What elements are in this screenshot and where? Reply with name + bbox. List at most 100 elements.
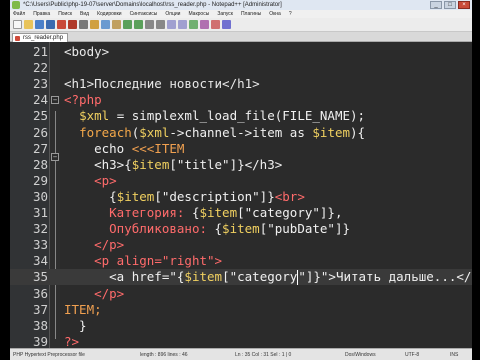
- code-token: $item: [222, 221, 260, 237]
- code-line[interactable]: 32 Опубликовано: {$item["pubDate"]}: [10, 221, 472, 237]
- code-editor[interactable]: − − 21 <body> 22 23 <h1>Последние новости</h…: [10, 42, 472, 349]
- menu-help[interactable]: ?: [289, 11, 292, 17]
- code-text: }: [64, 318, 87, 334]
- sync-scroll-icon[interactable]: [189, 20, 198, 29]
- code-token: }: [64, 317, 87, 333]
- menu-encoding[interactable]: Кодировки: [97, 11, 122, 17]
- zoom-in-icon[interactable]: [167, 20, 176, 29]
- new-file-icon[interactable]: [13, 20, 22, 29]
- code-line[interactable]: 36 </p>: [10, 286, 472, 302]
- undo-icon[interactable]: [123, 20, 132, 29]
- line-number: 21: [32, 44, 48, 59]
- code-line[interactable]: 31 Категория: {$item["category"]},: [10, 205, 472, 221]
- menu-run[interactable]: Запуск: [217, 11, 233, 17]
- copy-icon[interactable]: [101, 20, 110, 29]
- code-line[interactable]: 21 <body>: [10, 44, 472, 60]
- open-file-icon[interactable]: [24, 20, 33, 29]
- line-number: 22: [32, 60, 48, 76]
- save-icon[interactable]: [35, 20, 44, 29]
- toolbar: [10, 18, 472, 32]
- code-token: </p>: [94, 285, 125, 301]
- code-token: echo: [64, 140, 132, 156]
- menu-plugins[interactable]: Плагины: [241, 11, 261, 17]
- screen-frame: *C:\Users\Public\php-19-07\server\Domain…: [0, 0, 480, 360]
- code-line[interactable]: 33 </p>: [10, 237, 472, 253]
- code-token: </p>: [94, 237, 125, 253]
- code-token: Опубликовано:: [109, 221, 215, 237]
- line-number: 31: [32, 205, 48, 220]
- code-line[interactable]: 23 <h1>Последние новости</h1>: [10, 76, 472, 92]
- code-line[interactable]: 38 }: [10, 318, 472, 334]
- code-line[interactable]: 35 <a href="{$item["category"]}">Читать …: [10, 269, 472, 286]
- code-token: <body>: [64, 44, 110, 59]
- paste-icon[interactable]: [112, 20, 121, 29]
- code-line[interactable]: 25 $xml = simplexml_load_file(FILE_NAME)…: [10, 108, 472, 124]
- code-text: {$item["description"]}<br>: [64, 189, 305, 205]
- line-number: 30: [32, 188, 48, 204]
- close-file-icon[interactable]: [57, 20, 66, 29]
- title-bar[interactable]: *C:\Users\Public\php-19-07\server\Domain…: [10, 0, 472, 10]
- find-icon[interactable]: [145, 20, 154, 29]
- record-macro-icon[interactable]: [211, 20, 220, 29]
- tab-label: rss_reader.php: [23, 35, 64, 41]
- code-token: ["category"]},: [237, 205, 343, 220]
- status-position: Ln : 35 Col : 31 Sel : 1 | 0: [235, 352, 292, 358]
- code-token: $item: [199, 205, 238, 220]
- code-line[interactable]: 28 <h3>{$item["title"]}</h3>: [10, 157, 472, 173]
- print-icon[interactable]: [79, 20, 88, 29]
- menu-window[interactable]: Окна: [269, 11, 281, 17]
- menu-bar: Файл Правка Поиск Вид Кодировки Синтакси…: [10, 10, 472, 18]
- line-number: 33: [32, 237, 48, 253]
- menu-search[interactable]: Поиск: [58, 11, 72, 17]
- window-title: *C:\Users\Public\php-19-07\server\Domain…: [23, 2, 282, 8]
- zoom-out-icon[interactable]: [178, 20, 187, 29]
- code-line[interactable]: 24 <?php: [10, 92, 472, 108]
- menu-view[interactable]: Вид: [80, 11, 89, 17]
- code-text: $xml = simplexml_load_file(FILE_NAME);: [64, 108, 365, 124]
- status-encoding: UTF-8: [405, 352, 420, 358]
- minimize-button[interactable]: _: [430, 1, 442, 9]
- code-token: ->channel->item as: [169, 124, 313, 140]
- redo-icon[interactable]: [134, 20, 143, 29]
- code-line[interactable]: 27 echo <<<ITEM: [10, 141, 472, 157]
- menu-language[interactable]: Синтаксисы: [130, 11, 158, 17]
- code-line[interactable]: 26 foreach($xml->channel->item as $item)…: [10, 125, 472, 141]
- code-line[interactable]: 34 <p align="right">: [10, 253, 472, 269]
- code-token: ["pubDate"]}: [259, 221, 350, 237]
- menu-settings[interactable]: Опции: [165, 11, 180, 17]
- code-text: <?php: [64, 92, 102, 108]
- menu-edit[interactable]: Правка: [33, 11, 50, 17]
- code-token: foreach: [79, 124, 132, 140]
- code-line[interactable]: 29 <p>: [10, 173, 472, 189]
- maximize-button[interactable]: □: [444, 1, 456, 9]
- line-number: 24: [32, 92, 48, 108]
- code-token: <?php: [64, 92, 102, 108]
- unsaved-file-icon: [15, 36, 20, 41]
- code-line[interactable]: 37 ITEM;: [10, 302, 472, 318]
- tab-bar: rss_reader.php: [10, 32, 472, 42]
- notepad-plus-plus-window: *C:\Users\Public\php-19-07\server\Domain…: [10, 0, 472, 360]
- menu-macro[interactable]: Макросы: [188, 11, 209, 17]
- code-token: $item: [116, 188, 155, 204]
- word-wrap-icon[interactable]: [200, 20, 209, 29]
- tab-rss-reader[interactable]: rss_reader.php: [12, 33, 69, 42]
- menu-file[interactable]: Файл: [13, 11, 25, 17]
- save-all-icon[interactable]: [46, 20, 55, 29]
- app-icon: [12, 1, 20, 9]
- line-number: 36: [32, 285, 48, 301]
- line-number: 29: [32, 172, 48, 188]
- code-text: <p align="right">: [64, 253, 222, 269]
- cut-icon[interactable]: [90, 20, 99, 29]
- code-line[interactable]: 22: [10, 60, 472, 76]
- replace-icon[interactable]: [156, 20, 165, 29]
- code-token: ?>: [64, 333, 80, 349]
- close-button[interactable]: ×: [458, 1, 470, 9]
- code-line[interactable]: 30 {$item["description"]}<br>: [10, 189, 472, 205]
- play-macro-icon[interactable]: [222, 20, 231, 29]
- line-number: 27: [32, 140, 48, 156]
- close-all-icon[interactable]: [68, 20, 77, 29]
